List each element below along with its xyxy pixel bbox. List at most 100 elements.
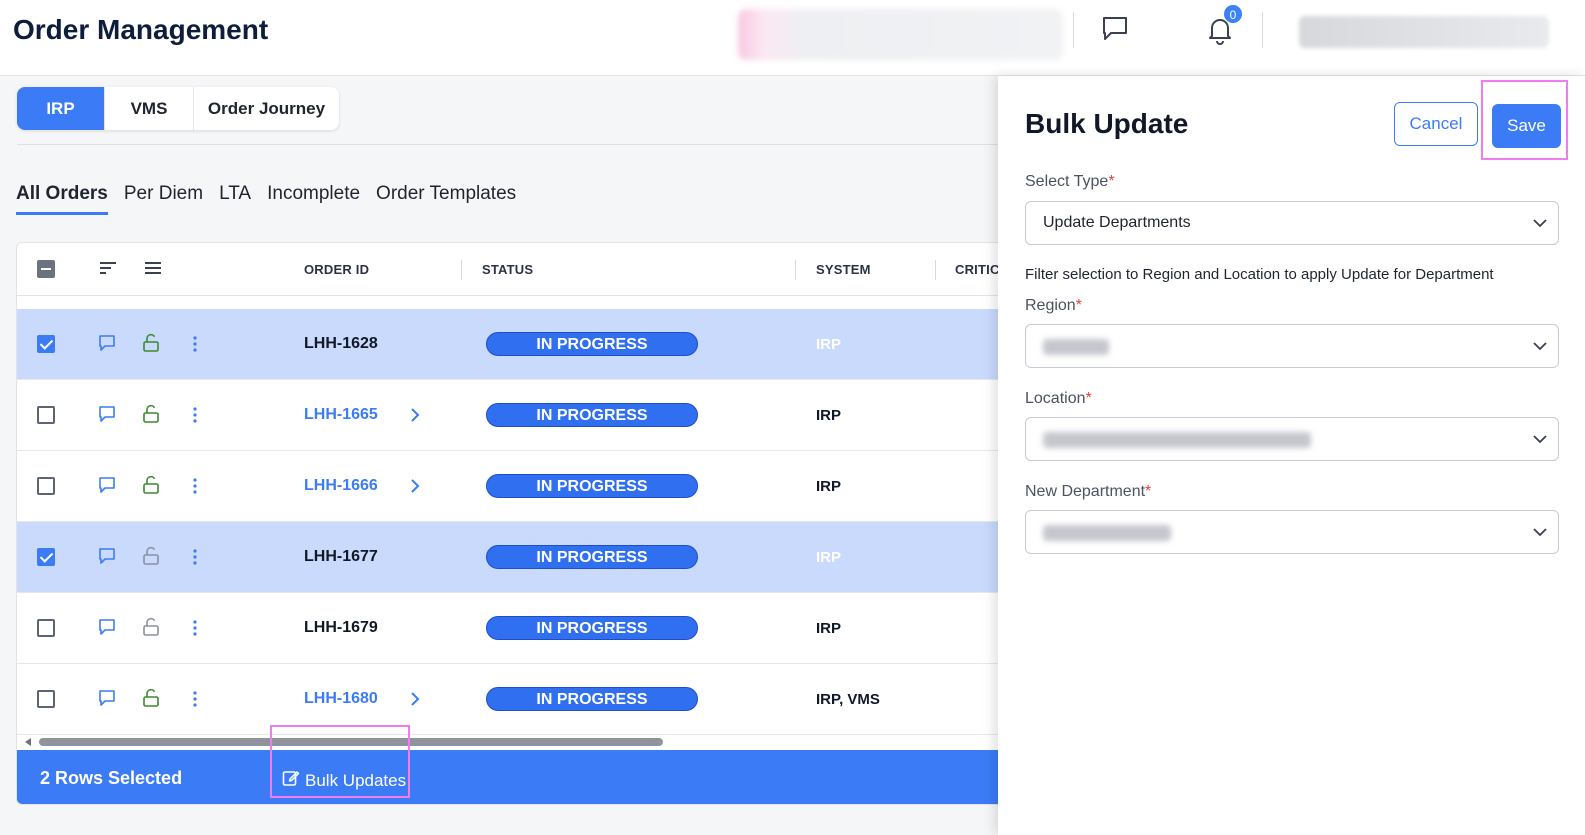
location-dropdown[interactable] <box>1025 417 1559 461</box>
system-value: IRP, VMS <box>816 691 880 708</box>
tab-vms[interactable]: VMS <box>105 87 194 130</box>
comment-icon[interactable] <box>98 618 116 641</box>
header-divider <box>1262 12 1263 48</box>
chevron-right-icon[interactable] <box>410 691 420 712</box>
row-checkbox[interactable] <box>37 406 55 424</box>
top-header: Order Management 0 <box>0 0 1585 76</box>
select-all-checkbox[interactable] <box>37 260 55 278</box>
cancel-button[interactable]: Cancel <box>1394 102 1478 146</box>
bulk-updates-label: Bulk Updates <box>305 770 407 790</box>
table-row[interactable]: LHH-1677 IN PROGRESS IRP <box>17 522 1005 593</box>
column-separator[interactable] <box>795 260 796 280</box>
panel-title: Bulk Update <box>1025 108 1189 139</box>
column-header-order-id[interactable]: ORDER ID <box>304 262 369 277</box>
tab-lta[interactable]: LTA <box>219 183 251 215</box>
sort-icon[interactable] <box>99 260 117 281</box>
status-badge: IN PROGRESS <box>486 403 698 427</box>
more-options-icon[interactable] <box>192 691 198 712</box>
order-id: LHH-1677 <box>304 548 378 565</box>
save-button[interactable]: Save <box>1492 104 1561 148</box>
row-checkbox[interactable] <box>37 548 55 566</box>
column-header-system[interactable]: SYSTEM <box>816 262 871 277</box>
chevron-right-icon[interactable] <box>410 407 420 428</box>
order-id-link[interactable]: LHH-1666 <box>304 477 378 495</box>
horizontal-scrollbar[interactable] <box>25 737 995 747</box>
column-header-status[interactable]: STATUS <box>482 262 533 277</box>
filter-hint: Filter selection to Region and Location … <box>1025 266 1494 283</box>
blurred-region-value <box>1043 339 1109 355</box>
table-row[interactable]: LHH-1666 IN PROGRESS IRP <box>17 451 1005 522</box>
select-type-label: Select Type* <box>1025 173 1115 190</box>
system-value: IRP <box>816 336 842 353</box>
chevron-down-icon <box>1532 338 1548 359</box>
chat-icon[interactable] <box>1100 13 1130 43</box>
tab-irp[interactable]: IRP <box>17 87 105 130</box>
rows-selected-count: 2 Rows Selected <box>40 768 183 788</box>
column-separator[interactable] <box>461 260 462 280</box>
tab-per-diem[interactable]: Per Diem <box>124 183 203 215</box>
column-separator[interactable] <box>935 260 936 280</box>
row-checkbox[interactable] <box>37 690 55 708</box>
chevron-down-icon <box>1532 215 1548 236</box>
select-type-value: Update Departments <box>1043 214 1191 231</box>
row-checkbox[interactable] <box>37 335 55 353</box>
table-row[interactable]: LHH-1665 IN PROGRESS IRP <box>17 380 1005 451</box>
comment-icon[interactable] <box>98 689 116 712</box>
edit-icon <box>282 769 300 792</box>
table-row[interactable]: LHH-1680 IN PROGRESS IRP, VMS <box>17 664 1005 735</box>
new-department-dropdown[interactable] <box>1025 510 1559 554</box>
more-options-icon[interactable] <box>192 478 198 499</box>
order-id: LHH-1679 <box>304 619 378 636</box>
order-sub-tabs: All Orders Per Diem LTA Incomplete Order… <box>16 183 516 215</box>
new-department-label: New Department* <box>1025 483 1152 500</box>
more-options-icon[interactable] <box>192 620 198 641</box>
row-checkbox[interactable] <box>37 477 55 495</box>
more-options-icon[interactable] <box>192 549 198 570</box>
unlock-icon[interactable] <box>142 404 160 429</box>
unlock-icon[interactable] <box>142 617 160 642</box>
status-badge: IN PROGRESS <box>486 474 698 498</box>
orders-grid: ORDER ID STATUS SYSTEM CRITIC. LHH-1628 … <box>16 242 1006 805</box>
more-options-icon[interactable] <box>192 407 198 428</box>
row-checkbox[interactable] <box>37 619 55 637</box>
order-id: LHH-1628 <box>304 335 378 352</box>
unlock-icon[interactable] <box>142 546 160 571</box>
comment-icon[interactable] <box>98 476 116 499</box>
order-id-link[interactable]: LHH-1680 <box>304 690 378 708</box>
selection-footer-bar: 2 Rows Selected Bulk Updates <box>17 725 1005 804</box>
save-highlight: Save <box>1481 80 1568 160</box>
column-header-critical[interactable]: CRITIC. <box>955 262 1003 277</box>
scroll-left-arrow-icon[interactable] <box>25 738 31 746</box>
system-segment-tabs: IRP VMS Order Journey <box>17 87 339 130</box>
comment-icon[interactable] <box>98 547 116 570</box>
menu-lines-icon[interactable] <box>144 260 162 281</box>
tab-order-journey[interactable]: Order Journey <box>194 87 339 130</box>
status-badge: IN PROGRESS <box>486 687 698 711</box>
region-dropdown[interactable] <box>1025 324 1559 368</box>
unlock-icon[interactable] <box>142 688 160 713</box>
blurred-location-value <box>1043 432 1311 448</box>
order-id-link[interactable]: LHH-1665 <box>304 406 378 424</box>
blurred-search-area[interactable] <box>738 9 1063 60</box>
comment-icon[interactable] <box>98 334 116 357</box>
system-value: IRP <box>816 549 842 566</box>
tab-all-orders[interactable]: All Orders <box>16 183 108 215</box>
status-badge: IN PROGRESS <box>486 332 698 356</box>
bulk-updates-button[interactable]: Bulk Updates <box>282 769 406 792</box>
blurred-department-value <box>1043 525 1171 541</box>
notification-count-badge: 0 <box>1223 4 1243 24</box>
chevron-right-icon[interactable] <box>410 478 420 499</box>
more-options-icon[interactable] <box>192 336 198 357</box>
select-type-dropdown[interactable]: Update Departments <box>1025 201 1559 245</box>
comment-icon[interactable] <box>98 405 116 428</box>
unlock-icon[interactable] <box>142 333 160 358</box>
system-value: IRP <box>816 620 842 637</box>
blurred-user-menu[interactable] <box>1299 16 1549 48</box>
tab-incomplete[interactable]: Incomplete <box>267 183 360 215</box>
system-value: IRP <box>816 407 842 424</box>
tab-order-templates[interactable]: Order Templates <box>376 183 516 215</box>
table-row[interactable]: LHH-1628 IN PROGRESS IRP <box>17 309 1005 380</box>
table-row[interactable]: LHH-1679 IN PROGRESS IRP <box>17 593 1005 664</box>
unlock-icon[interactable] <box>142 475 160 500</box>
status-badge: IN PROGRESS <box>486 616 698 640</box>
